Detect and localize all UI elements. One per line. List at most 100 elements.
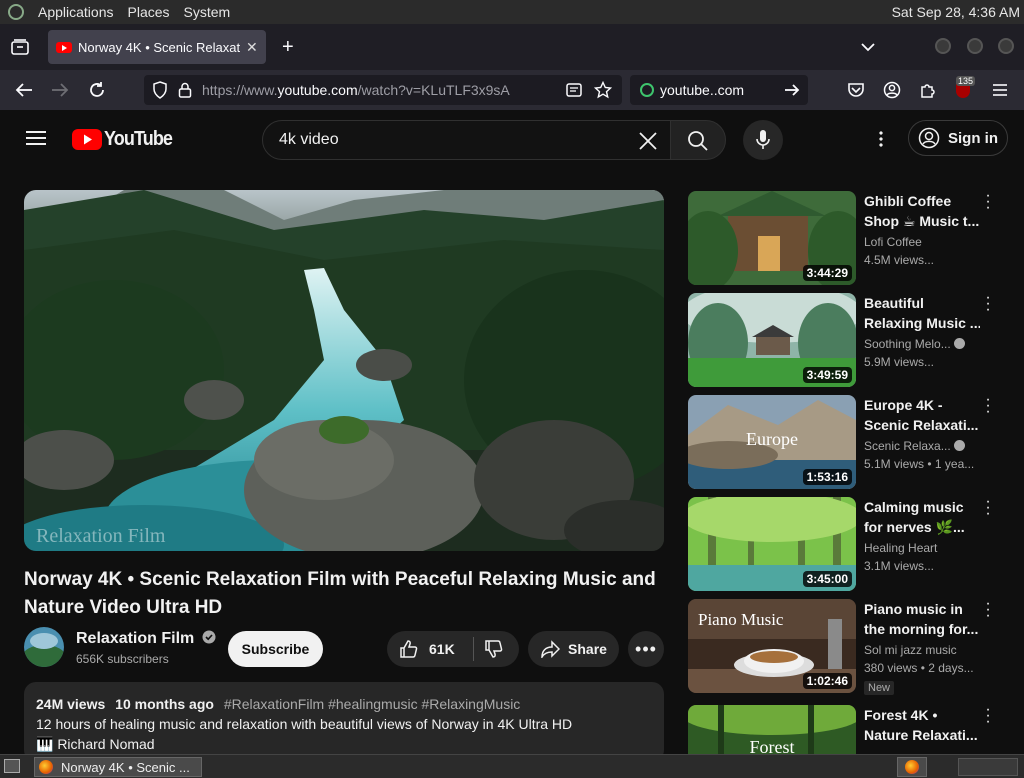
taskbar-window-button[interactable]: Norway 4K • Scenic ...: [34, 757, 202, 777]
forward-arrow-icon[interactable]: [51, 82, 69, 98]
recommended-video[interactable]: 3:49:59 Beautiful Relaxing Music ... Soo…: [688, 290, 1008, 387]
video-views: 3.1M views...: [864, 559, 935, 573]
search-query-text: 4k video: [279, 131, 339, 148]
back-arrow-icon[interactable]: [15, 82, 33, 98]
like-button[interactable]: 61K: [387, 631, 473, 667]
youtube-logo[interactable]: YouTube: [72, 128, 180, 151]
tab-close-icon[interactable]: ✕: [246, 39, 258, 56]
video-title-line-1: Norway 4K • Scenic Relaxation Film with …: [24, 569, 656, 590]
video-thumbnail[interactable]: 3:49:59: [688, 293, 856, 387]
video-thumbnail[interactable]: 3:45:00: [688, 497, 856, 591]
video-title: Norway 4K • Scenic Relaxation Film with …: [24, 566, 664, 622]
window-close-button[interactable]: [998, 38, 1014, 54]
search-go-arrow-icon[interactable]: [784, 83, 800, 97]
shield-icon[interactable]: [152, 81, 168, 99]
guide-menu-icon[interactable]: [26, 130, 46, 146]
web-search-box[interactable]: youtube..com: [630, 75, 808, 105]
video-views: 380 views • 2 days...: [864, 661, 974, 675]
pocket-icon[interactable]: [847, 82, 865, 98]
distro-logo-icon[interactable]: [8, 4, 24, 20]
kebab-menu-icon[interactable]: · · ·: [984, 392, 992, 420]
window-maximize-button[interactable]: [967, 38, 983, 54]
video-thumbnail[interactable]: Piano Music 1:02:46: [688, 599, 856, 693]
video-thumbnail[interactable]: Europe 1:53:16: [688, 395, 856, 489]
verified-check-icon: [954, 338, 966, 349]
recommended-video[interactable]: Europe 1:53:16 Europe 4K - Scenic Relaxa…: [688, 392, 1008, 489]
url-prefix: https://www.: [202, 82, 278, 98]
taskbar-window-title: Norway 4K • Scenic ...: [61, 759, 190, 775]
clock[interactable]: Sat Sep 28, 4:36 AM: [892, 4, 1020, 20]
search-button[interactable]: [670, 120, 726, 160]
clear-search-icon[interactable]: [639, 132, 657, 150]
applications-menu[interactable]: Applications: [38, 4, 114, 20]
video-title-line-2: the morning for...: [864, 621, 979, 637]
kebab-menu-icon[interactable]: · · ·: [984, 494, 992, 522]
video-thumbnail[interactable]: Forest: [688, 705, 856, 754]
firefox-icon: [39, 760, 53, 774]
video-channel: Sol mi jazz music: [864, 643, 957, 657]
video-thumbnail[interactable]: 3:44:29: [688, 191, 856, 285]
tab-list-chevron-icon[interactable]: [861, 42, 875, 52]
video-views: 4.5M views...: [864, 253, 935, 267]
lock-icon[interactable]: [178, 82, 192, 98]
new-tab-button[interactable]: +: [282, 37, 294, 57]
video-duration: 1:53:16: [802, 469, 852, 485]
search-engine-icon: [640, 83, 654, 97]
thumbnail-overlay-text: Europe: [746, 429, 798, 449]
system-menu[interactable]: System: [184, 4, 231, 20]
system-top-bar: Applications Places System Sat Sep 28, 4…: [0, 0, 1024, 24]
firefox-tray-glyph-icon: [905, 760, 919, 774]
reload-icon[interactable]: [88, 81, 106, 99]
more-actions-button[interactable]: •••: [628, 631, 664, 667]
share-button[interactable]: Share: [528, 631, 619, 667]
kebab-menu-icon[interactable]: · · ·: [984, 705, 992, 730]
subscriber-count: 656K subscribers: [76, 652, 169, 666]
video-channel-text: Scenic Relaxa...: [864, 439, 951, 453]
recommended-video[interactable]: 3:45:00 Calming music for nerves 🌿... He…: [688, 494, 1008, 591]
youtube-logo-text: YouTube: [104, 128, 173, 150]
sign-in-button[interactable]: Sign in: [908, 120, 1008, 156]
hashtags[interactable]: #RelaxationFilm #healingmusic #RelaxingM…: [224, 696, 520, 712]
share-label: Share: [568, 641, 607, 657]
subscribe-button[interactable]: Subscribe: [228, 631, 323, 667]
bookmark-star-icon[interactable]: [594, 81, 612, 99]
voice-search-button[interactable]: [743, 120, 783, 160]
video-player[interactable]: Relaxation Film: [24, 190, 664, 551]
show-desktop-icon[interactable]: [4, 759, 20, 773]
thumbs-down-icon: [485, 640, 503, 658]
reader-view-icon[interactable]: [566, 82, 582, 98]
user-circle-icon: [918, 127, 940, 149]
kebab-menu-icon[interactable]: · · ·: [984, 188, 992, 216]
channel-name[interactable]: Relaxation Film: [76, 630, 216, 648]
description-box[interactable]: 24M views 10 months ago #RelaxationFilm …: [24, 682, 664, 762]
window-minimize-button[interactable]: [935, 38, 951, 54]
youtube-search-input[interactable]: 4k video: [262, 120, 672, 160]
video-title-line-1: Ghibli Coffee: [864, 193, 952, 209]
recommended-video[interactable]: Forest Forest 4K • Nature Relaxati... · ·…: [688, 705, 1008, 754]
youtube-favicon-icon: [56, 41, 72, 53]
tab-overview-icon[interactable]: [11, 39, 29, 55]
hamburger-menu-icon[interactable]: [992, 83, 1008, 97]
dislike-button[interactable]: [474, 631, 519, 667]
account-icon[interactable]: [883, 81, 901, 99]
video-title-line-2: Relaxing Music ...: [864, 315, 980, 331]
places-menu[interactable]: Places: [128, 4, 170, 20]
url-bar[interactable]: https://www. youtube.com/watch?v=KLuTLF3x…: [144, 75, 622, 105]
workspace-switcher[interactable]: [958, 758, 1018, 776]
url-path: /watch?v=KLuTLF3x9sA: [357, 82, 510, 98]
video-channel-text: Soothing Melo...: [864, 337, 951, 351]
verified-check-icon: [954, 440, 966, 451]
recommended-video[interactable]: Piano Music 1:02:46 Piano music in the m…: [688, 596, 1008, 695]
recommended-video[interactable]: 3:44:29 Ghibli Coffee Shop ☕ Music t... …: [688, 188, 1008, 285]
channel-avatar[interactable]: [24, 627, 64, 667]
active-tab[interactable]: Norway 4K • Scenic Relaxati ✕: [48, 30, 266, 64]
extensions-puzzle-icon[interactable]: [919, 81, 937, 99]
settings-more-icon[interactable]: [879, 130, 883, 148]
video-title-line-1: Calming music: [864, 499, 964, 515]
extension-badge-count: 135: [956, 76, 976, 86]
kebab-menu-icon[interactable]: · · ·: [984, 290, 992, 318]
channel-name-text: Relaxation Film: [76, 630, 195, 647]
search-box-text: youtube..com: [660, 82, 745, 98]
more-horizontal-icon: •••: [635, 638, 657, 659]
kebab-menu-icon[interactable]: · · ·: [984, 596, 992, 624]
